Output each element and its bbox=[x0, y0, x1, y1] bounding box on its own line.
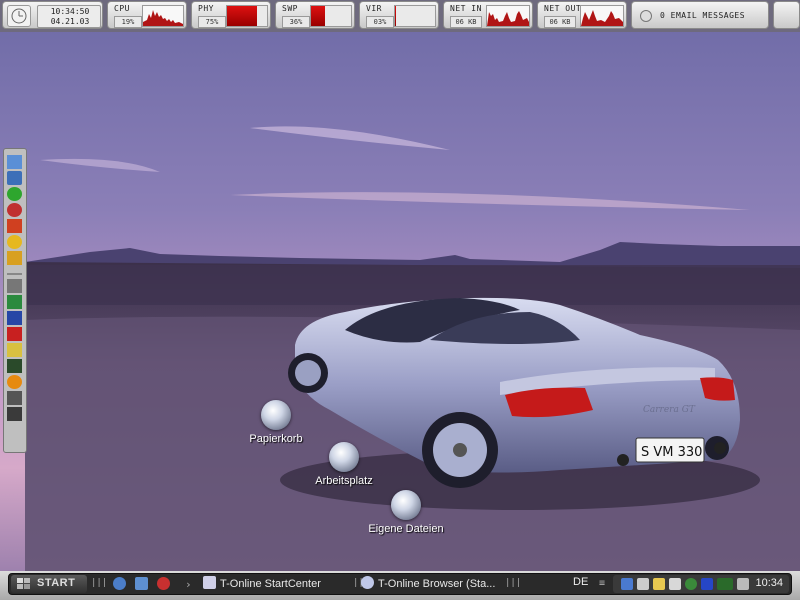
net-out-monitor[interactable]: NET OUT 06 KB bbox=[537, 1, 627, 29]
excel-icon[interactable] bbox=[7, 295, 22, 309]
speaker-tray-icon[interactable] bbox=[737, 578, 749, 590]
start-button[interactable]: START bbox=[11, 575, 87, 593]
phy-monitor[interactable]: PHY 75% bbox=[191, 1, 271, 29]
cpu-monitor[interactable]: CPU 19% bbox=[107, 1, 187, 29]
media-player-icon[interactable] bbox=[7, 375, 22, 389]
clock-module[interactable]: 10:34:50 04.21.03 bbox=[2, 1, 103, 29]
cpu-label: CPU bbox=[114, 4, 130, 13]
language-indicator[interactable]: DE bbox=[573, 576, 588, 588]
phy-value: 75% bbox=[198, 16, 226, 28]
quicklaunch-chevron-icon[interactable]: › bbox=[185, 578, 192, 591]
tray-menu-icon[interactable]: ≡ bbox=[599, 578, 605, 589]
settings-yellow-icon[interactable] bbox=[7, 235, 22, 249]
cpu-value: 19% bbox=[114, 16, 142, 28]
email-messages-text: 0 EMAIL MESSAGES bbox=[660, 11, 746, 20]
net-in-value: 06 KB bbox=[450, 16, 482, 28]
desktop-icon-label: Papierkorb bbox=[249, 433, 303, 445]
quicklaunch-t-online-icon[interactable] bbox=[157, 577, 170, 590]
word-tray-icon[interactable] bbox=[701, 578, 713, 590]
net-out-value: 06 KB bbox=[544, 16, 576, 28]
phy-usage-bar bbox=[226, 5, 268, 27]
task-label: T-Online StartCenter bbox=[220, 578, 321, 590]
vir-monitor[interactable]: VIR 03% bbox=[359, 1, 439, 29]
firewall-icon[interactable] bbox=[7, 219, 22, 233]
swp-usage-fill bbox=[311, 6, 326, 26]
taskbar-clock[interactable]: 10:34 bbox=[755, 577, 783, 589]
clock-icon bbox=[7, 5, 31, 27]
taskbar-task-browser[interactable]: T-Online Browser (Sta... bbox=[361, 575, 501, 593]
cpu-graph bbox=[142, 5, 184, 27]
network-green-icon[interactable] bbox=[7, 187, 22, 201]
taskbar-inner: START ||| › T-Online StartCenter ||| T-O… bbox=[8, 573, 792, 595]
dock-divider bbox=[7, 273, 22, 275]
net-out-label: NET OUT bbox=[544, 4, 582, 13]
license-plate-text: S VM 330 bbox=[641, 445, 702, 460]
system-monitor-bar: 10:34:50 04.21.03 CPU 19% PHY 75% SWP 36… bbox=[0, 0, 800, 32]
net-in-label: NET IN bbox=[450, 4, 482, 13]
pencil-icon[interactable] bbox=[7, 343, 22, 357]
task-label: T-Online Browser (Sta... bbox=[378, 578, 496, 590]
swp-label: SWP bbox=[282, 4, 298, 13]
swp-usage-bar bbox=[310, 5, 352, 27]
email-monitor[interactable]: 0 EMAIL MESSAGES bbox=[631, 1, 769, 29]
phy-usage-fill bbox=[227, 6, 257, 26]
word-icon[interactable] bbox=[7, 311, 22, 325]
net-in-graph bbox=[486, 5, 530, 27]
monitor-bar-end-cap bbox=[773, 1, 800, 29]
car-badge-text: Carrera GT bbox=[643, 405, 696, 415]
taskbar: START ||| › T-Online StartCenter ||| T-O… bbox=[0, 571, 800, 600]
quicklaunch-ie-icon[interactable] bbox=[113, 577, 126, 590]
monitor-tray-icon[interactable] bbox=[669, 578, 681, 590]
t-online-browser-icon bbox=[361, 576, 374, 589]
internet-explorer-icon[interactable] bbox=[7, 171, 22, 185]
desktop-icon-label: Arbeitsplatz bbox=[315, 475, 373, 487]
flashlight-icon[interactable] bbox=[7, 391, 22, 405]
phy-label: PHY bbox=[198, 4, 214, 13]
tools-icon[interactable] bbox=[7, 251, 22, 265]
t-online-icon bbox=[203, 576, 216, 589]
taskbar-grip-icon: ||| bbox=[505, 578, 522, 588]
taskbar-grip-icon[interactable]: ||| bbox=[91, 578, 107, 588]
desktop-icon-recycle-bin[interactable]: Papierkorb bbox=[246, 400, 306, 445]
acrobat-icon[interactable] bbox=[7, 327, 22, 341]
quicklaunch-outlook-icon[interactable] bbox=[135, 577, 148, 590]
calculator-icon[interactable] bbox=[7, 279, 22, 293]
folder-tray-icon[interactable] bbox=[653, 578, 665, 590]
swp-monitor[interactable]: SWP 36% bbox=[275, 1, 355, 29]
outlook-express-icon[interactable] bbox=[7, 155, 22, 169]
vir-usage-fill bbox=[395, 6, 397, 26]
graph-monitor-icon[interactable] bbox=[7, 407, 22, 421]
net-in-monitor[interactable]: NET IN 06 KB bbox=[443, 1, 533, 29]
swp-value: 36% bbox=[282, 16, 310, 28]
vir-label: VIR bbox=[366, 4, 382, 13]
network-tray-icon[interactable] bbox=[621, 578, 633, 590]
isdn-tray-icon[interactable] bbox=[717, 578, 733, 590]
email-check-button[interactable] bbox=[640, 10, 652, 22]
taskbar-task-startcenter[interactable]: T-Online StartCenter bbox=[203, 575, 353, 593]
my-computer-icon bbox=[329, 442, 359, 472]
vir-usage-bar bbox=[394, 5, 436, 27]
desktop-icon-label: Eigene Dateien bbox=[368, 523, 444, 535]
vir-value: 03% bbox=[366, 16, 394, 28]
windows-flag-icon bbox=[17, 578, 30, 589]
my-documents-icon bbox=[391, 490, 421, 520]
globe-tray-icon[interactable] bbox=[685, 578, 697, 590]
terminal-icon[interactable] bbox=[7, 359, 22, 373]
media-red-icon[interactable] bbox=[7, 203, 22, 217]
desktop-icon-my-documents[interactable]: Eigene Dateien bbox=[360, 490, 452, 535]
usb-tray-icon[interactable] bbox=[637, 578, 649, 590]
start-label: START bbox=[37, 577, 76, 589]
net-out-graph bbox=[580, 5, 624, 27]
clock-date: 04.21.03 bbox=[50, 17, 90, 26]
recycle-bin-icon bbox=[261, 400, 291, 430]
desktop-icon-my-computer[interactable]: Arbeitsplatz bbox=[306, 442, 382, 487]
quick-launch-dock bbox=[3, 148, 27, 453]
system-tray: 10:34 bbox=[613, 575, 789, 593]
